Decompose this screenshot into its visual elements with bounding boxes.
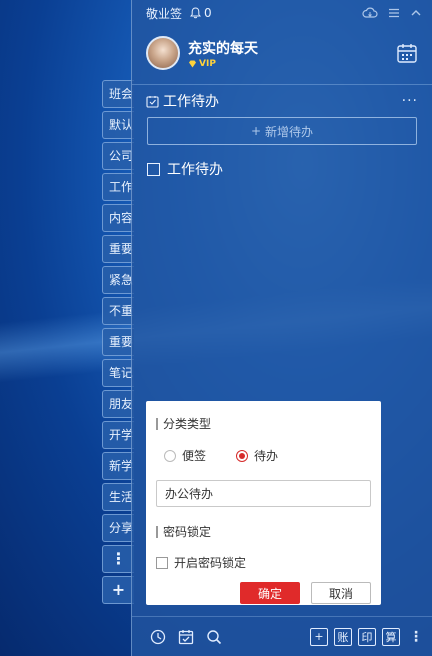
side-tab[interactable]: 朋友 xyxy=(102,390,134,418)
plus-icon: + xyxy=(250,124,262,138)
category-header: 工作待办 ··· xyxy=(132,85,432,117)
lock-option[interactable]: 开启密码锁定 xyxy=(156,554,371,571)
side-tab[interactable]: 重要 xyxy=(102,235,134,263)
diamond-icon xyxy=(189,60,196,67)
user-profile: 充实的每天 VIP xyxy=(132,26,432,80)
lock-section-title: 密码锁定 xyxy=(156,523,371,540)
calculator-button[interactable]: 算 xyxy=(382,627,400,646)
side-tab[interactable]: 新学 xyxy=(102,452,134,480)
side-tab[interactable]: 笔记 xyxy=(102,359,134,387)
menu-icon[interactable] xyxy=(388,7,400,19)
side-tab[interactable]: 工作 xyxy=(102,173,134,201)
radio-note[interactable]: 便签 xyxy=(164,447,206,464)
side-tab[interactable]: 默认 xyxy=(102,111,134,139)
side-add-button[interactable]: + xyxy=(102,576,134,604)
side-tab[interactable]: 不重 xyxy=(102,297,134,325)
notification-button[interactable]: 0 xyxy=(190,6,212,20)
check-calendar-icon[interactable] xyxy=(178,629,194,645)
cloud-sync-icon[interactable] xyxy=(362,7,378,19)
checklist-icon xyxy=(146,95,159,108)
cancel-button[interactable]: 取消 xyxy=(311,582,371,604)
title-bar: 敬业签 0 xyxy=(132,0,432,26)
vip-badge: VIP xyxy=(188,59,396,69)
avatar[interactable] xyxy=(146,36,180,70)
side-tab[interactable]: 内容 xyxy=(102,204,134,232)
type-section-title: 分类类型 xyxy=(156,415,371,432)
accounting-button[interactable]: 账 xyxy=(334,627,352,646)
add-button[interactable]: + xyxy=(310,627,328,646)
more-options-button[interactable]: ··· xyxy=(402,93,418,109)
bottom-toolbar: + 账 印 算 ⋮ xyxy=(132,616,432,656)
new-task-label: 新增待办 xyxy=(265,124,314,139)
task-item[interactable]: 工作待办 xyxy=(132,145,432,179)
side-more-button[interactable]: ⋮ xyxy=(102,545,134,573)
bell-icon xyxy=(190,7,202,19)
vip-label: VIP xyxy=(199,58,216,69)
username: 充实的每天 xyxy=(188,40,258,57)
category-name-input[interactable] xyxy=(156,480,371,507)
search-icon[interactable] xyxy=(206,629,222,645)
plus-icon: + xyxy=(314,630,324,643)
radio-todo-dot[interactable] xyxy=(236,449,249,462)
radio-todo-label: 待办 xyxy=(254,449,279,463)
category-name: 工作待办 xyxy=(163,94,219,110)
lock-label: 开启密码锁定 xyxy=(174,556,247,570)
side-tab[interactable]: 公司 xyxy=(102,142,134,170)
print-button[interactable]: 印 xyxy=(358,627,376,646)
collapse-chevron-icon[interactable] xyxy=(410,7,422,19)
side-tab[interactable]: 生活 xyxy=(102,483,134,511)
clock-icon[interactable] xyxy=(150,629,166,645)
confirm-button[interactable]: 确定 xyxy=(240,582,300,604)
type-radio-group: 便签 待办 xyxy=(164,447,371,464)
side-tab[interactable]: 紧急 xyxy=(102,266,134,294)
task-checkbox[interactable] xyxy=(147,162,160,176)
side-tab[interactable]: 班会 xyxy=(102,80,134,108)
calendar-icon[interactable] xyxy=(396,42,418,64)
task-title: 工作待办 xyxy=(167,162,223,178)
notification-count: 0 xyxy=(204,6,212,20)
radio-todo[interactable]: 待办 xyxy=(236,447,278,464)
side-tab[interactable]: 重要 xyxy=(102,328,134,356)
radio-note-label: 便签 xyxy=(182,449,207,463)
category-side-tabs: 班会 默认 公司 工作 内容 重要 紧急 不重 重要 笔记 朋友 开学 新学 生活 分享 ⋮ + xyxy=(102,80,134,607)
lock-checkbox[interactable] xyxy=(156,556,168,569)
category-dialog: 分类类型 便签 待办 密码锁定 开启密码锁定 确定 取消 xyxy=(146,401,381,605)
new-task-button[interactable]: + 新增待办 xyxy=(147,117,417,145)
more-vertical-icon[interactable]: ⋮ xyxy=(409,629,423,645)
app-title: 敬业签 xyxy=(146,6,183,21)
side-tab[interactable]: 分享 xyxy=(102,514,134,542)
side-tab[interactable]: 开学 xyxy=(102,421,134,449)
radio-note-dot[interactable] xyxy=(164,449,176,462)
